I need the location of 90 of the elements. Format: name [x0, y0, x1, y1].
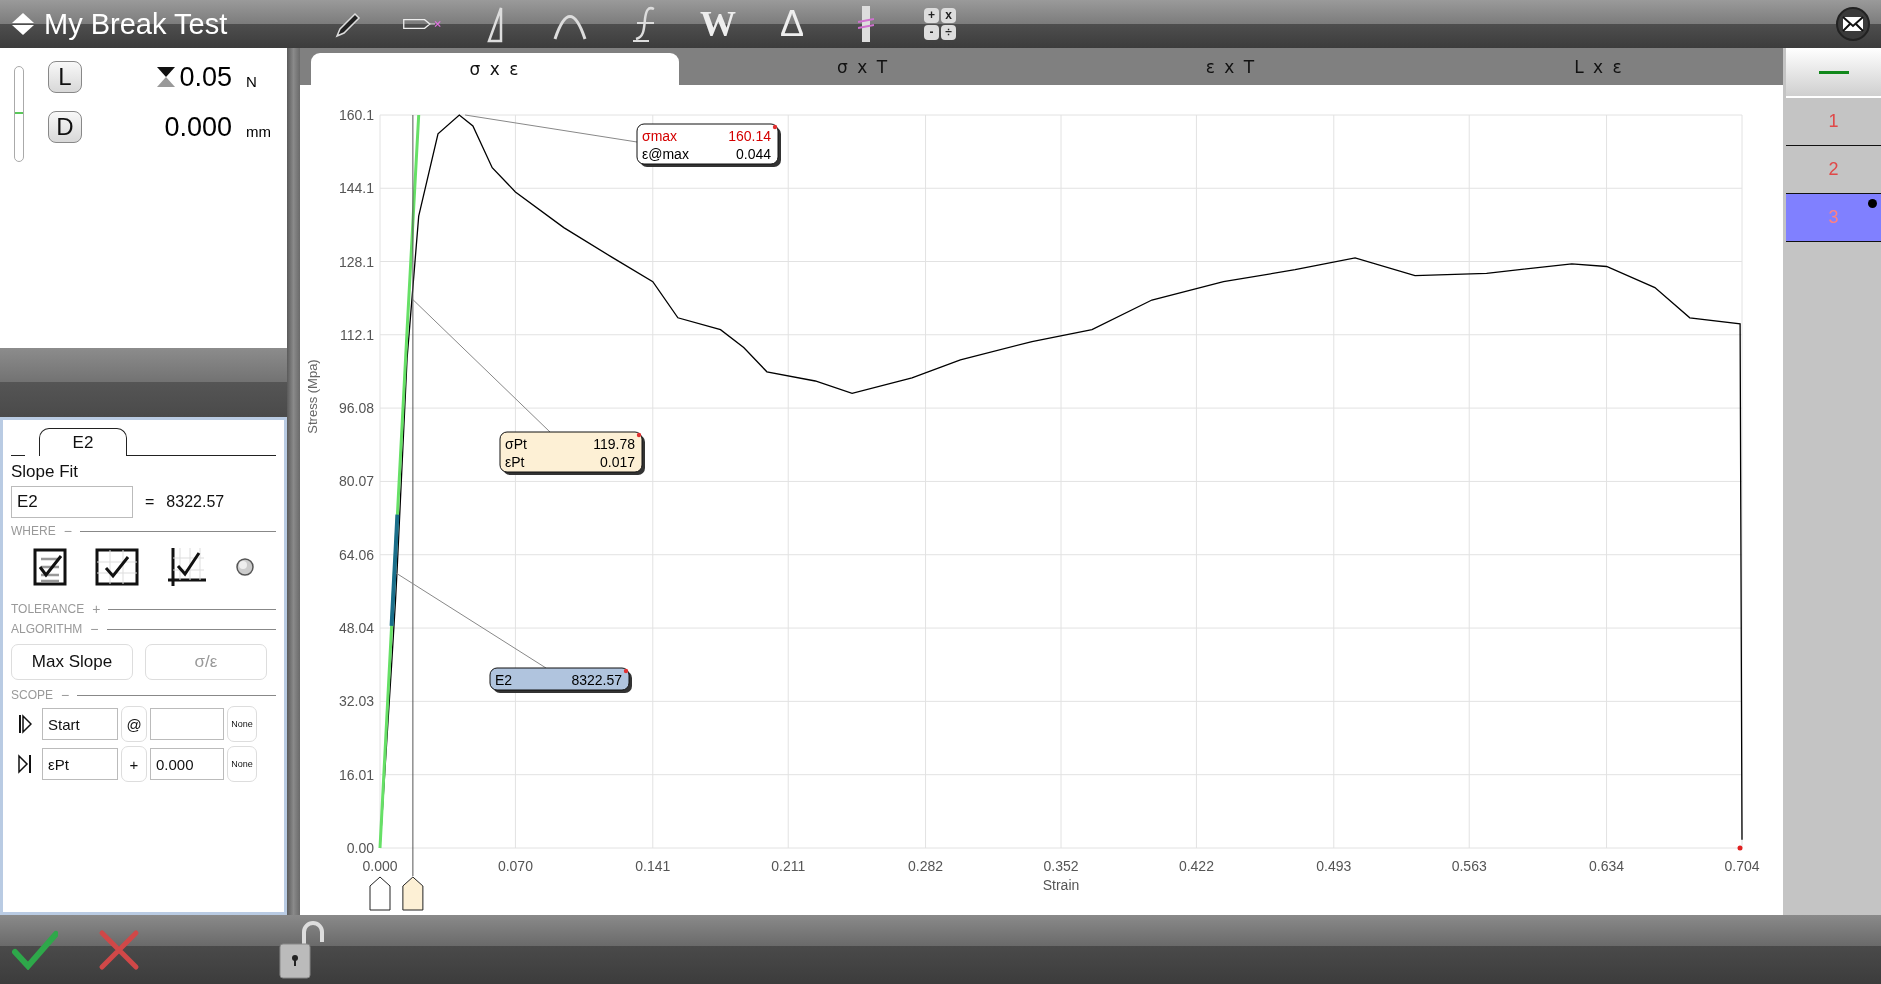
chart-tab[interactable]: σ x ε [311, 53, 679, 85]
sphere-icon[interactable] [234, 557, 255, 577]
axis-title: Stress (Mpa) [305, 359, 320, 434]
offset-field[interactable]: 0.000 [150, 748, 224, 780]
unit-label: mm [245, 121, 272, 140]
value-callout[interactable]: σPt 119.78 εPt 0.017 [499, 431, 645, 475]
result-value: 8322.57 [166, 493, 225, 511]
value-callout[interactable]: E2 8322.57 [489, 667, 632, 693]
section-label: WHERE [11, 524, 56, 538]
callout-label: σmax [642, 128, 678, 144]
calculator-key[interactable]: ÷ [941, 25, 956, 40]
calculator-key[interactable]: x [941, 8, 956, 23]
axis-tick-label: 32.03 [338, 693, 374, 710]
section-label: TOLERANCE [11, 602, 85, 616]
plot-check-icon[interactable] [165, 546, 208, 588]
operator-button[interactable]: + [121, 746, 147, 782]
axis-tick-label: 0.00 [346, 840, 374, 856]
axis-tick-label: 0.141 [635, 858, 671, 874]
axis-tick-label: 128.1 [338, 253, 374, 270]
callout-value: 0.017 [599, 454, 635, 470]
strain-marker[interactable] [369, 876, 391, 911]
section-label: SCOPE [11, 688, 53, 702]
axis-tick-label: 0.070 [497, 858, 533, 874]
callout-value: 160.14 [728, 128, 771, 144]
callout-label: σPt [505, 436, 527, 452]
panel-title: Slope Fit [11, 462, 80, 482]
value-callout[interactable]: σmax 160.14 ε@max 0.044 [636, 123, 781, 167]
checkmark-icon[interactable] [12, 929, 58, 970]
axis-tick-label: 0.563 [1451, 858, 1487, 874]
axis-title: Strain [1042, 877, 1080, 893]
unit-button[interactable]: None [227, 706, 257, 742]
axis-tick-label: 0.211 [771, 858, 806, 874]
axis-tick-label: 144.1 [338, 180, 374, 197]
channel-button[interactable]: L [48, 61, 82, 93]
chart-tab[interactable]: ε x T [1047, 48, 1415, 85]
end-marker-icon[interactable] [18, 754, 32, 774]
axis-tick-label: 16.01 [338, 766, 374, 783]
axis-tick-label: 0.000 [362, 858, 398, 874]
callout-label: ε@max [642, 146, 689, 162]
channel-button[interactable]: D [48, 111, 82, 143]
chart-tab[interactable]: L x ε [1415, 48, 1783, 85]
current-dot-icon [1868, 199, 1877, 208]
axis-tick-label: 112.1 [340, 326, 374, 343]
callout-value: 0.044 [735, 146, 771, 162]
tool-button[interactable]: Δ [772, 4, 812, 44]
axis-tick-label: 0.422 [1178, 858, 1214, 874]
callout-label: εPt [505, 454, 525, 470]
close-icon[interactable] [98, 928, 140, 971]
dash-icon [1818, 70, 1849, 74]
calculator-key[interactable]: - [924, 25, 939, 40]
axis-tick-label: 80.07 [338, 473, 374, 490]
axis-tick-label: 48.04 [338, 620, 374, 637]
section-label: ALGORITHM [11, 622, 83, 636]
strain-marker[interactable] [402, 876, 424, 911]
operator-button[interactable]: @ [121, 706, 147, 742]
axis-tick-label: 0.493 [1316, 858, 1352, 874]
tab[interactable]: E2 [39, 428, 127, 456]
unit-button[interactable]: None [227, 746, 257, 782]
unit-label: N [245, 71, 258, 90]
callout-value: 119.78 [593, 436, 635, 452]
readout-value: 0.000 [164, 111, 232, 143]
point-field[interactable]: Start [42, 708, 118, 740]
readout-value: 0.05 [179, 61, 232, 93]
axis-tick-label: 0.352 [1043, 858, 1079, 874]
point-field[interactable]: εPt [42, 748, 118, 780]
mail-icon[interactable] [1835, 6, 1871, 42]
calculator-key[interactable]: + [924, 8, 939, 23]
axis-tick-label: 96.08 [338, 400, 374, 417]
axis-tick-label: 0.634 [1589, 858, 1625, 874]
axis-tick-label: 160.1 [338, 107, 374, 123]
window-title: My Break Test [44, 7, 228, 41]
axis-tick-label: 0.282 [908, 858, 944, 874]
axis-tick-label: 0.704 [1724, 858, 1760, 874]
tool-button[interactable]: W [698, 4, 738, 44]
algorithm-button[interactable]: Max Slope [11, 644, 133, 680]
axis-tick-label: 64.06 [338, 546, 374, 563]
callout-label: E2 [495, 672, 513, 688]
hourglass-icon[interactable] [155, 66, 178, 88]
sort-arrows-icon[interactable] [10, 11, 36, 37]
offset-field[interactable] [150, 708, 224, 740]
end-point-icon [1737, 845, 1743, 851]
grid-check-icon[interactable] [95, 548, 140, 586]
breaking-bar-icon[interactable] [858, 5, 874, 43]
start-marker-icon[interactable] [18, 714, 32, 734]
equals-sign: = [145, 493, 155, 511]
callout-value: 8322.57 [571, 672, 622, 688]
list-check-icon[interactable] [32, 547, 69, 587]
chart-tab[interactable]: σ x T [679, 48, 1047, 85]
unlock-icon[interactable] [278, 919, 326, 980]
name-field[interactable]: E2 [11, 486, 133, 518]
